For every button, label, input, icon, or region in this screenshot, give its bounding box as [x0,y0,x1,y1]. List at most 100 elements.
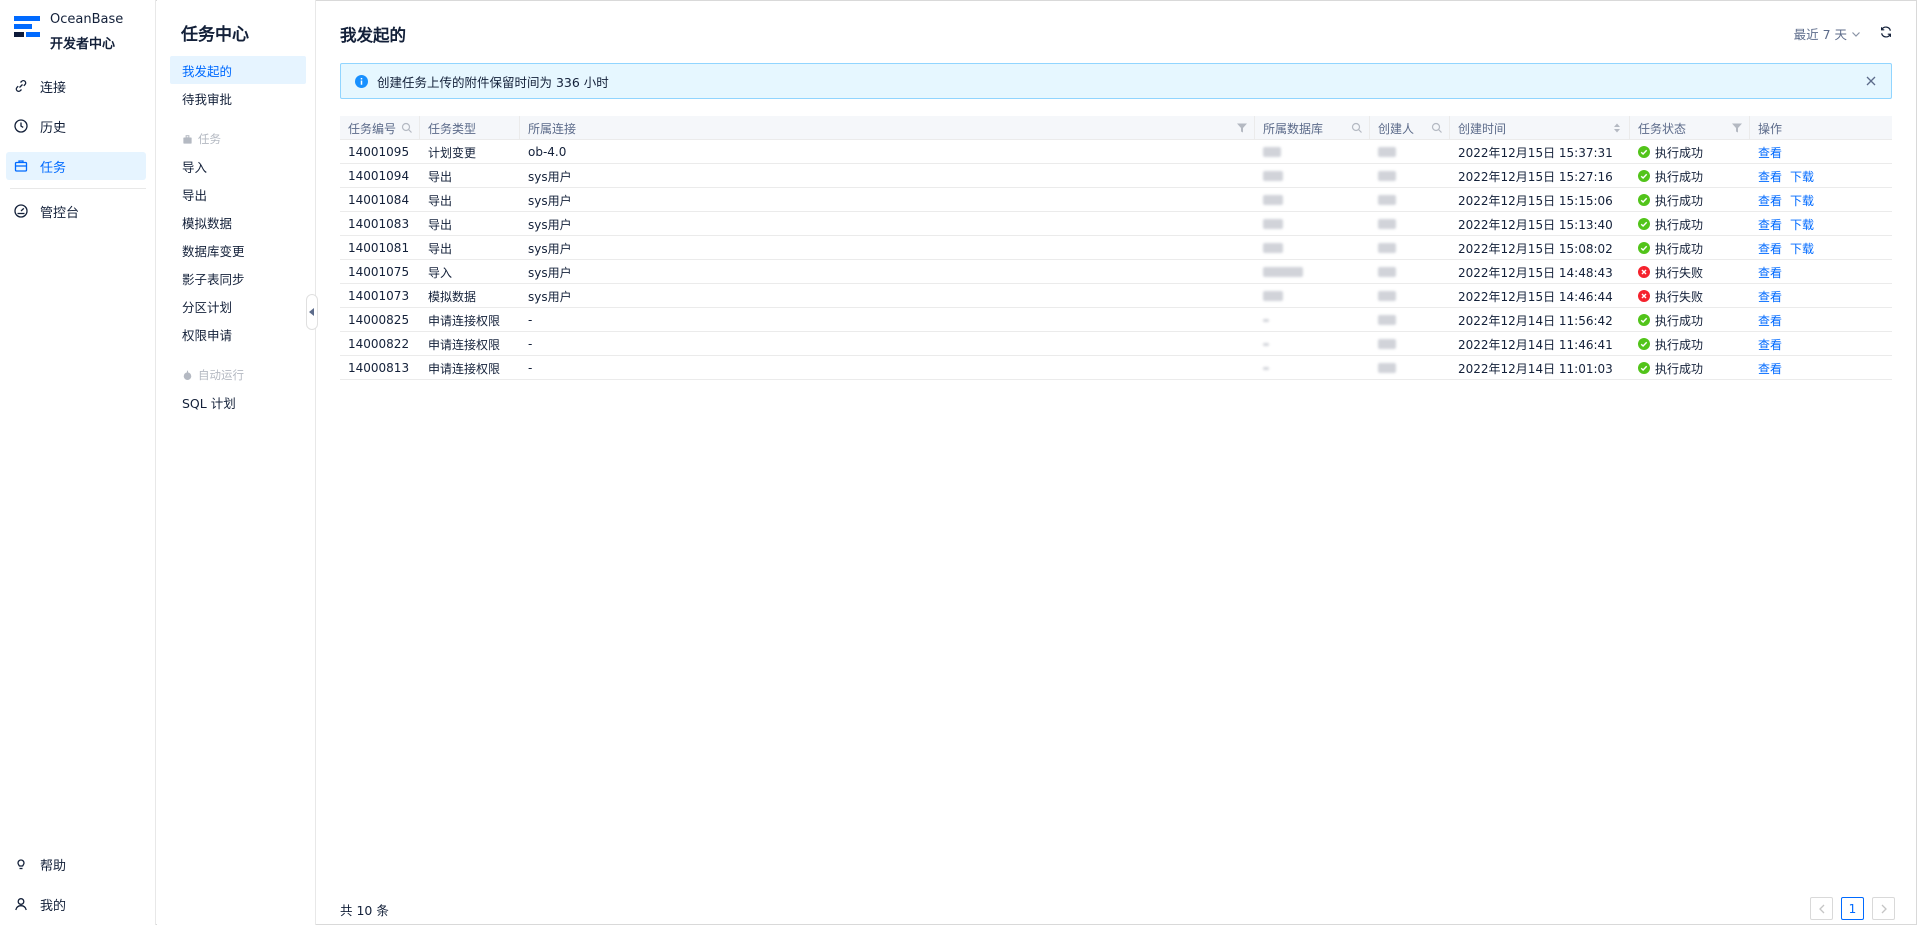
redacted-creator-name [1378,315,1396,325]
subnav-item-export[interactable]: 导出 [170,180,306,208]
column-header-connection[interactable]: 所属连接 [520,116,1255,140]
subnav-item-sql-plan[interactable]: SQL 计划 [170,388,306,416]
cell-created-time: 2022年12月14日 11:56:42 [1450,308,1630,332]
cell-creator [1370,236,1450,260]
close-icon[interactable] [1865,75,1877,87]
view-link[interactable]: 查看 [1758,312,1782,329]
redacted-creator-name [1378,195,1396,205]
cell-connection: - [520,356,1255,380]
column-label: 创建时间 [1458,121,1507,136]
time-range-select[interactable]: 最近 7 天 [1794,24,1861,43]
subnav-item-pending-approval[interactable]: 待我审批 [170,84,306,112]
subnav-item-shadow-sync[interactable]: 影子表同步 [170,264,306,292]
next-page-button[interactable] [1872,897,1895,920]
subnav-title: 任务中心 [181,25,249,45]
refresh-icon[interactable] [1879,25,1893,39]
subnav-item-initiated[interactable]: 我发起的 [170,56,306,84]
subnav-item-mock-data[interactable]: 模拟数据 [170,208,306,236]
nav-item-help[interactable]: 帮助 [6,850,146,878]
redacted-database-name [1263,342,1269,346]
view-link[interactable]: 查看 [1758,168,1782,185]
view-link[interactable]: 查看 [1758,360,1782,377]
table-row: 14000813 申请连接权限 - 2022年12月14日 11:01:03 执行成功 查… [340,356,1892,380]
cell-database [1255,284,1370,308]
nav-item-history[interactable]: 历史 [6,112,146,140]
nav-item-mine[interactable]: 我的 [6,890,146,918]
column-label: 操作 [1758,121,1783,136]
status-text: 执行成功 [1655,313,1704,328]
view-link[interactable]: 查看 [1758,192,1782,209]
cell-connection: - [520,332,1255,356]
check-circle-icon [1638,362,1650,374]
filter-icon[interactable] [1236,122,1248,134]
subnav-item-import[interactable]: 导入 [170,152,306,180]
status-text: 执行成功 [1655,169,1704,184]
search-icon[interactable] [401,122,413,134]
created-time: 2022年12月15日 15:13:40 [1458,217,1613,232]
column-header-created-time[interactable]: 创建时间 [1450,116,1630,140]
cell-database [1255,140,1370,164]
subnav-item-label: SQL 计划 [182,395,236,411]
download-link[interactable]: 下载 [1790,192,1814,209]
brand-logo[interactable]: OceanBase 开发者中心 [14,12,154,52]
download-link[interactable]: 下载 [1790,168,1814,185]
subnav-item-permission-apply[interactable]: 权限申请 [170,320,306,348]
search-icon[interactable] [1431,122,1443,134]
page-button-current[interactable]: 1 [1841,897,1864,920]
bulb-icon [13,856,29,872]
connection-name: ob-4.0 [528,145,567,159]
view-link[interactable]: 查看 [1758,216,1782,233]
cell-creator [1370,164,1450,188]
cell-actions: 查看 下载 [1750,164,1892,188]
column-header-id[interactable]: 任务编号 [340,116,420,140]
subnav-item-partition-plan[interactable]: 分区计划 [170,292,306,320]
search-icon[interactable] [1351,122,1363,134]
cell-status: 执行成功 [1630,140,1750,164]
column-header-creator[interactable]: 创建人 [1370,116,1450,140]
view-link[interactable]: 查看 [1758,240,1782,257]
subnav-item-label: 模拟数据 [182,215,233,231]
close-circle-icon [1638,290,1650,302]
cell-actions: 查看 [1750,284,1892,308]
nav-item-task[interactable]: 任务 [6,152,146,180]
nav-item-connection[interactable]: 连接 [6,72,146,100]
task-type: 计划变更 [428,145,477,160]
download-link[interactable]: 下载 [1790,216,1814,233]
cell-creator [1370,212,1450,236]
column-label: 任务类型 [428,121,477,136]
cell-task-id: 14001084 [340,188,420,212]
view-link[interactable]: 查看 [1758,144,1782,161]
column-header-type: 任务类型 [420,116,520,140]
status-text: 执行失败 [1655,265,1704,280]
prev-page-button[interactable] [1810,897,1833,920]
view-link[interactable]: 查看 [1758,264,1782,281]
created-time: 2022年12月15日 15:08:02 [1458,241,1613,256]
table-row: 14001081 导出 sys用户 2022年12月15日 15:08:02 执行成功 查… [340,236,1892,260]
task-subnav: 任务中心 我发起的 待我审批 任务 导入 导出 模拟数据 数据库变更 影子表同步… [157,0,318,925]
filter-icon[interactable] [1731,122,1743,134]
close-circle-icon [1638,266,1650,278]
created-time: 2022年12月15日 14:46:44 [1458,289,1613,304]
cell-task-id: 14001095 [340,140,420,164]
table-row: 14000822 申请连接权限 - 2022年12月14日 11:46:41 执行成功 查… [340,332,1892,356]
cell-connection: sys用户 [520,164,1255,188]
time-range-value: 最近 7 天 [1793,27,1847,42]
view-link[interactable]: 查看 [1758,288,1782,305]
status-badge: 执行成功 [1638,216,1703,233]
column-header-database[interactable]: 所属数据库 [1255,116,1370,140]
link-icon [13,78,29,94]
oceanbase-logo-icon [14,16,40,44]
sort-icon[interactable] [1611,122,1623,134]
download-link[interactable]: 下载 [1790,240,1814,257]
redacted-database-name [1263,267,1303,277]
main-content: 我发起的 最近 7 天 创建任务上传的附件保留时间为 336 小时 任务编号 任… [317,0,1917,925]
connection-name: - [528,337,533,351]
subnav-item-db-change[interactable]: 数据库变更 [170,236,306,264]
view-link[interactable]: 查看 [1758,336,1782,353]
cell-actions: 查看 下载 [1750,212,1892,236]
subnav-item-label: 导入 [182,159,208,175]
nav-item-console[interactable]: 管控台 [6,197,146,225]
column-header-status[interactable]: 任务状态 [1630,116,1750,140]
cell-database [1255,332,1370,356]
connection-name: sys用户 [528,193,572,208]
